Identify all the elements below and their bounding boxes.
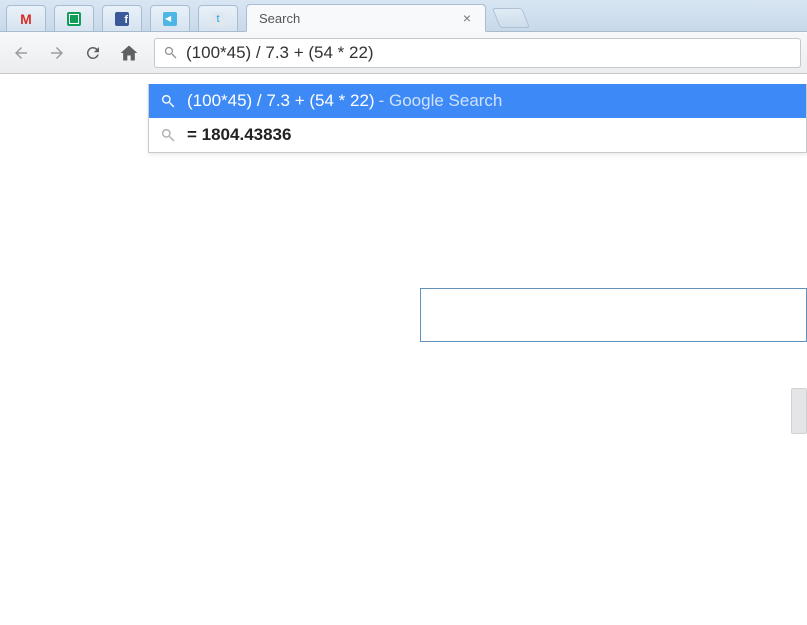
omnibox-suggestions: (100*45) / 7.3 + (54 * 22) - Google Sear…: [148, 84, 807, 153]
suggestion-calculator[interactable]: = 1804.43836: [149, 118, 806, 152]
arrow-left-icon: [12, 44, 30, 62]
sheets-icon: [66, 11, 82, 27]
home-icon: [119, 43, 139, 63]
reload-button[interactable]: [78, 38, 108, 68]
home-button[interactable]: [114, 38, 144, 68]
suggestion-search[interactable]: (100*45) / 7.3 + (54 * 22) - Google Sear…: [149, 84, 806, 118]
toolbar: [0, 32, 807, 74]
suggestion-query: (100*45) / 7.3 + (54 * 22): [187, 91, 375, 111]
gmail-icon: M: [18, 11, 34, 27]
search-icon: [159, 93, 177, 109]
arrow-right-icon: [48, 44, 66, 62]
calculator-result: = 1804.43836: [187, 125, 291, 145]
twitter-icon: t: [210, 11, 226, 27]
tab-title: Search: [259, 11, 451, 26]
search-icon: [163, 45, 178, 60]
omnibox-input[interactable]: [186, 43, 792, 63]
forward-button[interactable]: [42, 38, 72, 68]
active-tab[interactable]: Search ×: [246, 4, 486, 32]
page-content: [0, 160, 807, 625]
new-tab-button[interactable]: [492, 8, 530, 28]
search-input-box[interactable]: [420, 288, 807, 342]
reload-icon: [84, 44, 102, 62]
suggestion-text: (100*45) / 7.3 + (54 * 22) - Google Sear…: [187, 91, 502, 111]
pinned-tab-sheets[interactable]: [54, 5, 94, 31]
scrollbar-thumb[interactable]: [791, 388, 807, 434]
facebook-icon: f: [114, 11, 130, 27]
sound-icon: [162, 11, 178, 27]
search-icon: [159, 127, 177, 143]
back-button[interactable]: [6, 38, 36, 68]
pinned-tab-gmail[interactable]: M: [6, 5, 46, 31]
pinned-tab-facebook[interactable]: f: [102, 5, 142, 31]
tab-strip: M f t Search ×: [0, 0, 807, 32]
suggestion-suffix: - Google Search: [379, 91, 503, 111]
pinned-tab-twitter[interactable]: t: [198, 5, 238, 31]
omnibox[interactable]: [154, 38, 801, 68]
close-icon[interactable]: ×: [459, 11, 475, 25]
pinned-tab-sound[interactable]: [150, 5, 190, 31]
